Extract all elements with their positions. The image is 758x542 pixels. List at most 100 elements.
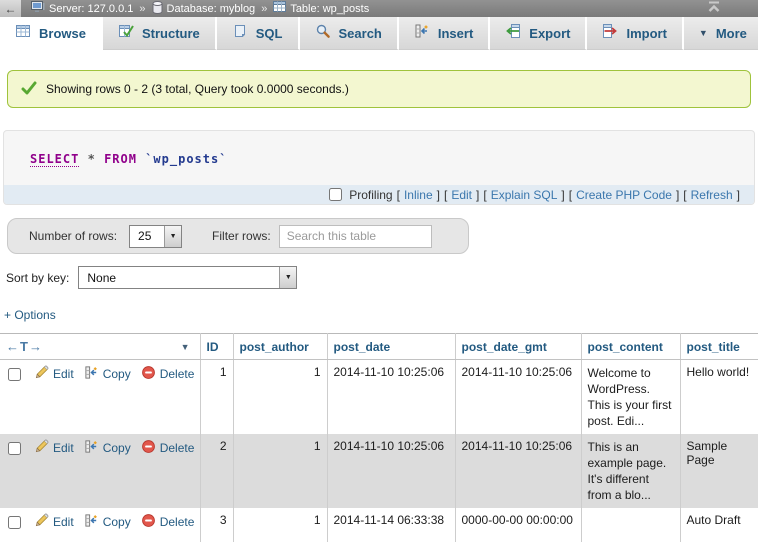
filter-rows-label: Filter rows: — [212, 229, 271, 243]
phpmyadmin-page: ← Server: 127.0.0.1 » Database: myblog »… — [0, 0, 758, 542]
delete-row-link[interactable]: Delete — [141, 513, 195, 531]
column-header-id[interactable]: ID — [200, 334, 233, 360]
sql-table-name: `wp_posts` — [145, 152, 227, 166]
sort-row: Sort by key: None ▼ — [6, 266, 758, 289]
tab-search-label: Search — [339, 26, 382, 41]
sql-icon — [232, 23, 248, 44]
breadcrumb-separator: » — [261, 3, 267, 15]
chevron-down-icon: ▼ — [699, 28, 708, 38]
bracket: ] — [476, 188, 479, 202]
inline-link[interactable]: Inline — [404, 188, 433, 202]
cell-post-date-gmt: 2014-11-10 10:25:06 — [455, 434, 581, 508]
cell-post-title: Auto Draft — [680, 508, 758, 542]
bracket: ] — [737, 188, 740, 202]
table-icon — [273, 1, 286, 16]
tab-search[interactable]: Search — [300, 17, 399, 50]
cell-post-title: Hello world! — [680, 360, 758, 435]
edit-row-link[interactable]: Edit — [34, 365, 74, 383]
export-icon — [505, 23, 521, 44]
filter-search-input[interactable] — [279, 225, 432, 248]
select-caret-icon: ▼ — [164, 226, 181, 247]
tab-more-label: More — [716, 26, 747, 41]
server-icon — [31, 1, 45, 16]
results-table: ←T→ ▼ ID post_author post_date post_date… — [0, 333, 758, 542]
breadcrumb-separator: » — [139, 3, 145, 15]
tab-insert[interactable]: Insert — [399, 17, 490, 50]
copy-row-link[interactable]: Copy — [84, 513, 131, 531]
nav-collapse-button[interactable]: ← — [0, 0, 21, 17]
options-toggle-link[interactable]: + Options — [4, 308, 56, 322]
breadcrumb-table-label: Table: wp_posts — [290, 3, 369, 15]
tab-more[interactable]: ▼ More — [684, 17, 758, 50]
sort-by-key-label: Sort by key: — [6, 271, 69, 285]
sort-dropdown-icon[interactable]: ▼ — [181, 342, 190, 352]
delete-icon — [141, 439, 156, 457]
copy-icon — [84, 365, 99, 383]
scroll-to-top-button[interactable] — [706, 0, 722, 17]
column-nav-icon[interactable]: ←T→ — [6, 339, 43, 354]
edit-label: Edit — [53, 441, 74, 455]
sql-star: * — [88, 152, 96, 166]
sort-by-key-select[interactable]: None ▼ — [78, 266, 297, 289]
delete-icon — [141, 365, 156, 383]
tab-import[interactable]: Import — [587, 17, 683, 50]
column-header-post-date-gmt[interactable]: post_date_gmt — [455, 334, 581, 360]
tab-structure[interactable]: Structure — [103, 17, 217, 50]
bracket: ] — [437, 188, 440, 202]
breadcrumb-table[interactable]: Table: wp_posts — [273, 1, 369, 16]
sql-keyword-select[interactable]: SELECT — [30, 152, 79, 167]
profiling-checkbox[interactable] — [329, 188, 342, 201]
edit-label: Edit — [53, 367, 74, 381]
copy-row-link[interactable]: Copy — [84, 439, 131, 457]
delete-icon — [141, 513, 156, 531]
cell-post-author: 1 — [233, 360, 327, 435]
tab-browse-label: Browse — [39, 26, 86, 41]
status-message: Showing rows 0 - 2 (3 total, Query took … — [7, 70, 751, 108]
row-checkbox[interactable] — [8, 368, 21, 381]
cell-post-title: Sample Page — [680, 434, 758, 508]
copy-label: Copy — [103, 441, 131, 455]
row-checkbox[interactable] — [8, 442, 21, 455]
tab-structure-label: Structure — [142, 26, 200, 41]
edit-row-link[interactable]: Edit — [34, 439, 74, 457]
left-arrow-icon: ← — [5, 2, 17, 16]
bracket: ] — [676, 188, 679, 202]
cell-post-content: This is an example page. It's different … — [581, 434, 680, 508]
copy-label: Copy — [103, 515, 131, 529]
column-header-post-title[interactable]: post_title — [680, 334, 758, 360]
column-actions-header[interactable]: ←T→ ▼ — [0, 334, 200, 360]
rows-per-page-select[interactable]: 25 ▼ — [129, 225, 182, 248]
create-php-code-link[interactable]: Create PHP Code — [576, 188, 672, 202]
column-header-post-date[interactable]: post_date — [327, 334, 455, 360]
column-header-post-content[interactable]: post_content — [581, 334, 680, 360]
copy-label: Copy — [103, 367, 131, 381]
explain-sql-link[interactable]: Explain SQL — [491, 188, 558, 202]
copy-row-link[interactable]: Copy — [84, 365, 131, 383]
cell-post-content: Welcome to WordPress. This is your first… — [581, 360, 680, 435]
tab-insert-label: Insert — [438, 26, 473, 41]
breadcrumb-database[interactable]: Database: myblog — [152, 1, 256, 17]
column-header-post-author[interactable]: post_author — [233, 334, 327, 360]
bracket: ] — [561, 188, 564, 202]
tab-sql-label: SQL — [256, 26, 283, 41]
delete-row-link[interactable]: Delete — [141, 439, 195, 457]
rows-per-page-value: 25 — [130, 229, 164, 243]
edit-query-link[interactable]: Edit — [451, 188, 472, 202]
search-icon — [315, 23, 331, 44]
cell-id: 1 — [200, 360, 233, 435]
table-row: Edit Copy Delete 1 1 2014-11-10 1 — [0, 360, 758, 435]
copy-icon — [84, 439, 99, 457]
row-checkbox[interactable] — [8, 516, 21, 529]
row-actions-cell: Edit Copy Delete — [0, 360, 200, 435]
cell-id: 3 — [200, 508, 233, 542]
row-actions-cell: Edit Copy Delete — [0, 434, 200, 508]
bracket: [ — [444, 188, 447, 202]
tab-browse[interactable]: Browse — [0, 17, 103, 50]
refresh-link[interactable]: Refresh — [691, 188, 733, 202]
breadcrumb-server[interactable]: Server: 127.0.0.1 — [31, 1, 133, 16]
edit-row-link[interactable]: Edit — [34, 513, 74, 531]
cell-post-date: 2014-11-10 10:25:06 — [327, 434, 455, 508]
tab-export[interactable]: Export — [490, 17, 587, 50]
tab-sql[interactable]: SQL — [217, 17, 300, 50]
delete-row-link[interactable]: Delete — [141, 365, 195, 383]
